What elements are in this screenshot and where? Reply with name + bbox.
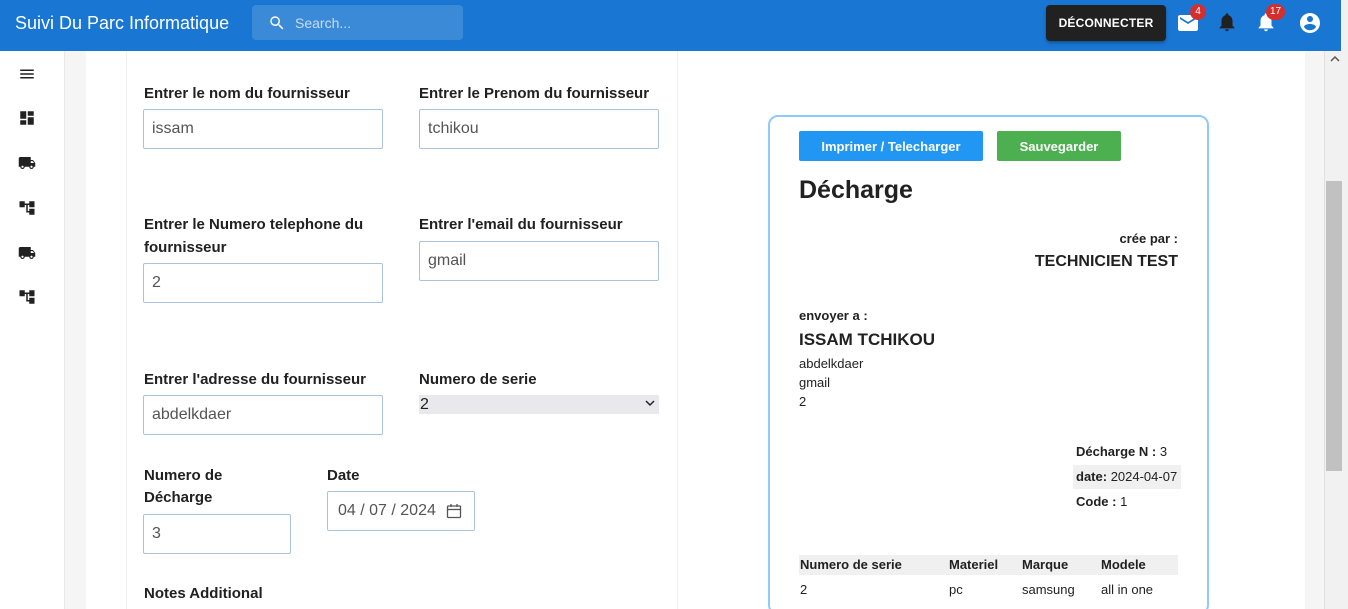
menu-icon[interactable] (18, 65, 36, 83)
serie-select[interactable]: 2 (419, 395, 659, 414)
col-header-marque: Marque (1022, 557, 1069, 572)
document-title: Décharge (799, 176, 913, 204)
scroll-up-arrow-icon[interactable] (1329, 54, 1341, 64)
print-download-button[interactable]: Imprimer / Telecharger (799, 131, 983, 161)
truck-icon[interactable] (18, 244, 36, 262)
search-input[interactable] (295, 5, 455, 40)
prenom-input[interactable]: tchikou (419, 109, 659, 149)
account-button[interactable] (1298, 11, 1322, 35)
decharge-label-line1: Numero de (144, 467, 223, 484)
nom-label: Entrer le nom du fournisseur (144, 85, 350, 102)
col-header-materiel: Materiel (949, 557, 999, 572)
adresse-input[interactable]: abdelkdaer (143, 395, 383, 435)
sent-to-label: envoyer a : (799, 308, 868, 323)
window-edge (1341, 0, 1348, 51)
bell-icon (1219, 13, 1235, 32)
col-header-serie: Numero de serie (800, 557, 902, 572)
tel-label-line2: fournisseur (144, 239, 227, 256)
tel-label-line1: Entrer le Numero telephone du (144, 216, 364, 233)
hierarchy-icon[interactable] (18, 199, 36, 217)
date-input[interactable]: 04 / 07 / 2024 (327, 491, 475, 531)
notes-label: Notes Additional (144, 585, 263, 602)
col-header-modele: Modele (1101, 557, 1146, 572)
decharge-number-label: Décharge N : (1076, 444, 1157, 459)
app-bar: Suivi Du Parc Informatique DÉCONNECTER 4… (0, 0, 1341, 51)
decharge-number-value: 3 (1159, 444, 1168, 459)
invoice-date-label: date: (1076, 469, 1108, 484)
dashboard-icon[interactable] (18, 109, 36, 127)
created-by-value: TECHNICIEN TEST (1034, 253, 1178, 270)
decharge-number-input[interactable]: 3 (143, 514, 291, 554)
cell-materiel: pc (949, 582, 963, 597)
date-row: date: 2024-04-07 (1073, 465, 1182, 489)
main-content: Entrer le nom du fournisseur issam Entre… (86, 51, 1305, 609)
cell-serie: 2 (800, 582, 808, 597)
mail-button[interactable]: 4 (1176, 4, 1206, 35)
vertical-scrollbar[interactable] (1324, 51, 1348, 609)
serie-select-value: 2 (420, 396, 429, 413)
decharge-number-row: Décharge N : 3 (1073, 440, 1167, 464)
notification-badge: 17 (1266, 4, 1286, 20)
decharge-preview-card: Imprimer / Telecharger Sauvegarder Décha… (768, 115, 1209, 609)
adresse-label: Entrer l'adresse du fournisseur (144, 371, 366, 388)
code-row: Code : 1 (1073, 490, 1127, 514)
code-label: Code : (1076, 494, 1117, 509)
date-input-value: 04 / 07 / 2024 (338, 502, 436, 519)
hierarchy-icon[interactable] (18, 288, 36, 306)
search-icon (270, 16, 284, 30)
cell-marque: samsung (1022, 582, 1075, 597)
mail-badge: 4 (1190, 4, 1206, 20)
notifications-button[interactable] (1216, 11, 1240, 35)
equipment-table-header: Numero de serie Materiel Marque Modele (799, 555, 1178, 575)
email-label: Entrer l'email du fournisseur (419, 216, 623, 233)
recipient-phone: 2 (799, 394, 807, 409)
recipient-name: ISSAM TCHIKOU (799, 330, 935, 349)
logout-button[interactable]: DÉCONNECTER (1046, 5, 1166, 41)
save-button[interactable]: Sauvegarder (997, 131, 1121, 161)
truck-icon[interactable] (18, 154, 36, 172)
chevron-down-icon (645, 400, 655, 407)
created-by-label: crée par : (1119, 231, 1178, 246)
app-title: Suivi Du Parc Informatique (15, 13, 230, 33)
decharge-label-line2: Décharge (144, 489, 213, 506)
cell-modele: all in one (1101, 582, 1154, 597)
date-label: Date (327, 467, 360, 484)
sidebar (0, 51, 65, 609)
notifications-button-2[interactable]: 17 (1255, 4, 1286, 35)
invoice-date-value: 2024-04-07 (1110, 469, 1178, 484)
account-circle-icon (1300, 13, 1320, 33)
calendar-icon[interactable] (446, 503, 462, 519)
nom-input[interactable]: issam (143, 109, 383, 149)
recipient-email: gmail (799, 375, 831, 390)
prenom-label: Entrer le Prenom du fournisseur (419, 85, 650, 102)
tel-input[interactable]: 2 (143, 263, 383, 303)
serie-label: Numero de serie (419, 371, 537, 388)
scrollbar-thumb[interactable] (1326, 181, 1342, 471)
search-box[interactable] (252, 5, 463, 40)
recipient-address: abdelkdaer (799, 356, 864, 371)
code-value: 1 (1120, 494, 1128, 509)
email-input[interactable]: gmail (419, 241, 659, 281)
